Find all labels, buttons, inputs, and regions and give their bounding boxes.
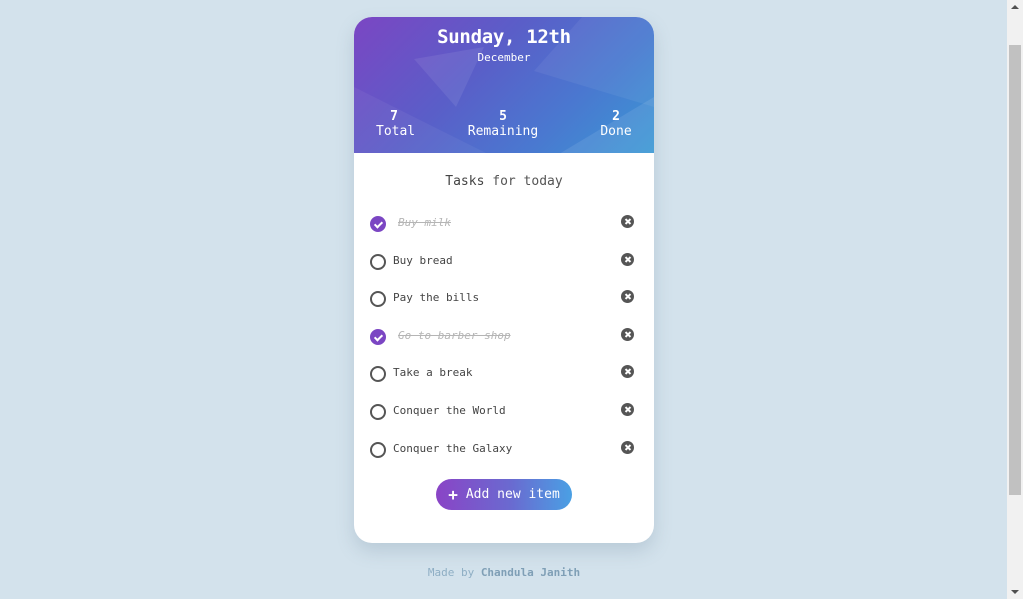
date-header: Sunday, 12th December 7 Total 5 Remainin… bbox=[354, 17, 654, 153]
footer-author-link[interactable]: Chandula Janith bbox=[481, 566, 580, 579]
vertical-scrollbar[interactable] bbox=[1007, 0, 1023, 599]
delete-circle-x-icon[interactable] bbox=[621, 327, 634, 341]
date-month: December bbox=[477, 51, 531, 64]
delete-circle-x-icon[interactable] bbox=[621, 215, 634, 228]
delete-circle-x-icon[interactable] bbox=[621, 402, 634, 416]
unchecked-circle-icon[interactable] bbox=[370, 366, 386, 383]
stat-label: Done bbox=[600, 124, 632, 139]
todo-card: Sunday, 12th December 7 Total 5 Remainin… bbox=[354, 17, 654, 543]
unchecked-circle-icon[interactable] bbox=[370, 291, 386, 308]
checked-circle-icon[interactable] bbox=[370, 328, 386, 345]
scroll-down-arrow-icon[interactable] bbox=[1011, 590, 1019, 594]
stat-value: 5 bbox=[499, 109, 507, 124]
unchecked-circle-icon[interactable] bbox=[370, 403, 386, 420]
stat-done: 2 Done bbox=[598, 110, 634, 140]
task-item: Go to barber shop bbox=[354, 318, 654, 356]
task-list: Buy milk Buy bread Pay the bills Go to barb… bbox=[354, 205, 654, 468]
delete-circle-x-icon[interactable] bbox=[621, 365, 634, 379]
task-text[interactable]: Pay the bills bbox=[393, 291, 479, 304]
footer-prefix: Made by bbox=[427, 566, 481, 579]
task-item: Buy milk bbox=[354, 205, 654, 243]
task-item: Conquer the Galaxy bbox=[354, 431, 654, 469]
task-item: Pay the bills bbox=[354, 280, 654, 318]
tasks-heading: Tasks for today bbox=[354, 174, 654, 189]
add-button-label: Add new item bbox=[465, 487, 560, 502]
task-text[interactable]: Buy bread bbox=[393, 254, 453, 267]
unchecked-circle-icon[interactable] bbox=[370, 441, 386, 458]
tasks-heading-rest: for today bbox=[484, 174, 563, 189]
checked-circle-icon[interactable] bbox=[370, 216, 386, 232]
task-text[interactable]: Go to barber shop bbox=[398, 329, 511, 342]
stat-remaining: 5 Remaining bbox=[467, 110, 539, 140]
unchecked-circle-icon[interactable] bbox=[370, 253, 386, 270]
task-item: Buy bread bbox=[354, 243, 654, 281]
date-title: Sunday, 12th bbox=[437, 26, 571, 48]
stat-value: 7 bbox=[390, 109, 398, 124]
task-item: Conquer the World bbox=[354, 393, 654, 431]
task-item: Take a break bbox=[354, 355, 654, 393]
plus-icon: + bbox=[448, 484, 458, 504]
stat-label: Total bbox=[376, 124, 416, 139]
task-text[interactable]: Conquer the World bbox=[393, 404, 506, 417]
task-text[interactable]: Conquer the Galaxy bbox=[393, 442, 512, 455]
footer-credit: Made by Chandula Janith bbox=[354, 566, 654, 579]
delete-circle-x-icon[interactable] bbox=[621, 252, 634, 266]
task-text[interactable]: Take a break bbox=[393, 366, 472, 379]
add-new-item-button[interactable]: + Add new item bbox=[436, 479, 572, 510]
delete-circle-x-icon[interactable] bbox=[621, 440, 634, 454]
stat-value: 2 bbox=[612, 109, 620, 124]
delete-circle-x-icon[interactable] bbox=[621, 290, 634, 304]
tasks-heading-strong: Tasks bbox=[445, 174, 485, 189]
stat-total: 7 Total bbox=[376, 109, 416, 140]
task-text[interactable]: Buy milk bbox=[398, 216, 451, 229]
stat-label: Remaining bbox=[467, 124, 539, 139]
scroll-up-arrow-icon[interactable] bbox=[1011, 5, 1019, 9]
scrollbar-thumb[interactable] bbox=[1009, 45, 1021, 495]
